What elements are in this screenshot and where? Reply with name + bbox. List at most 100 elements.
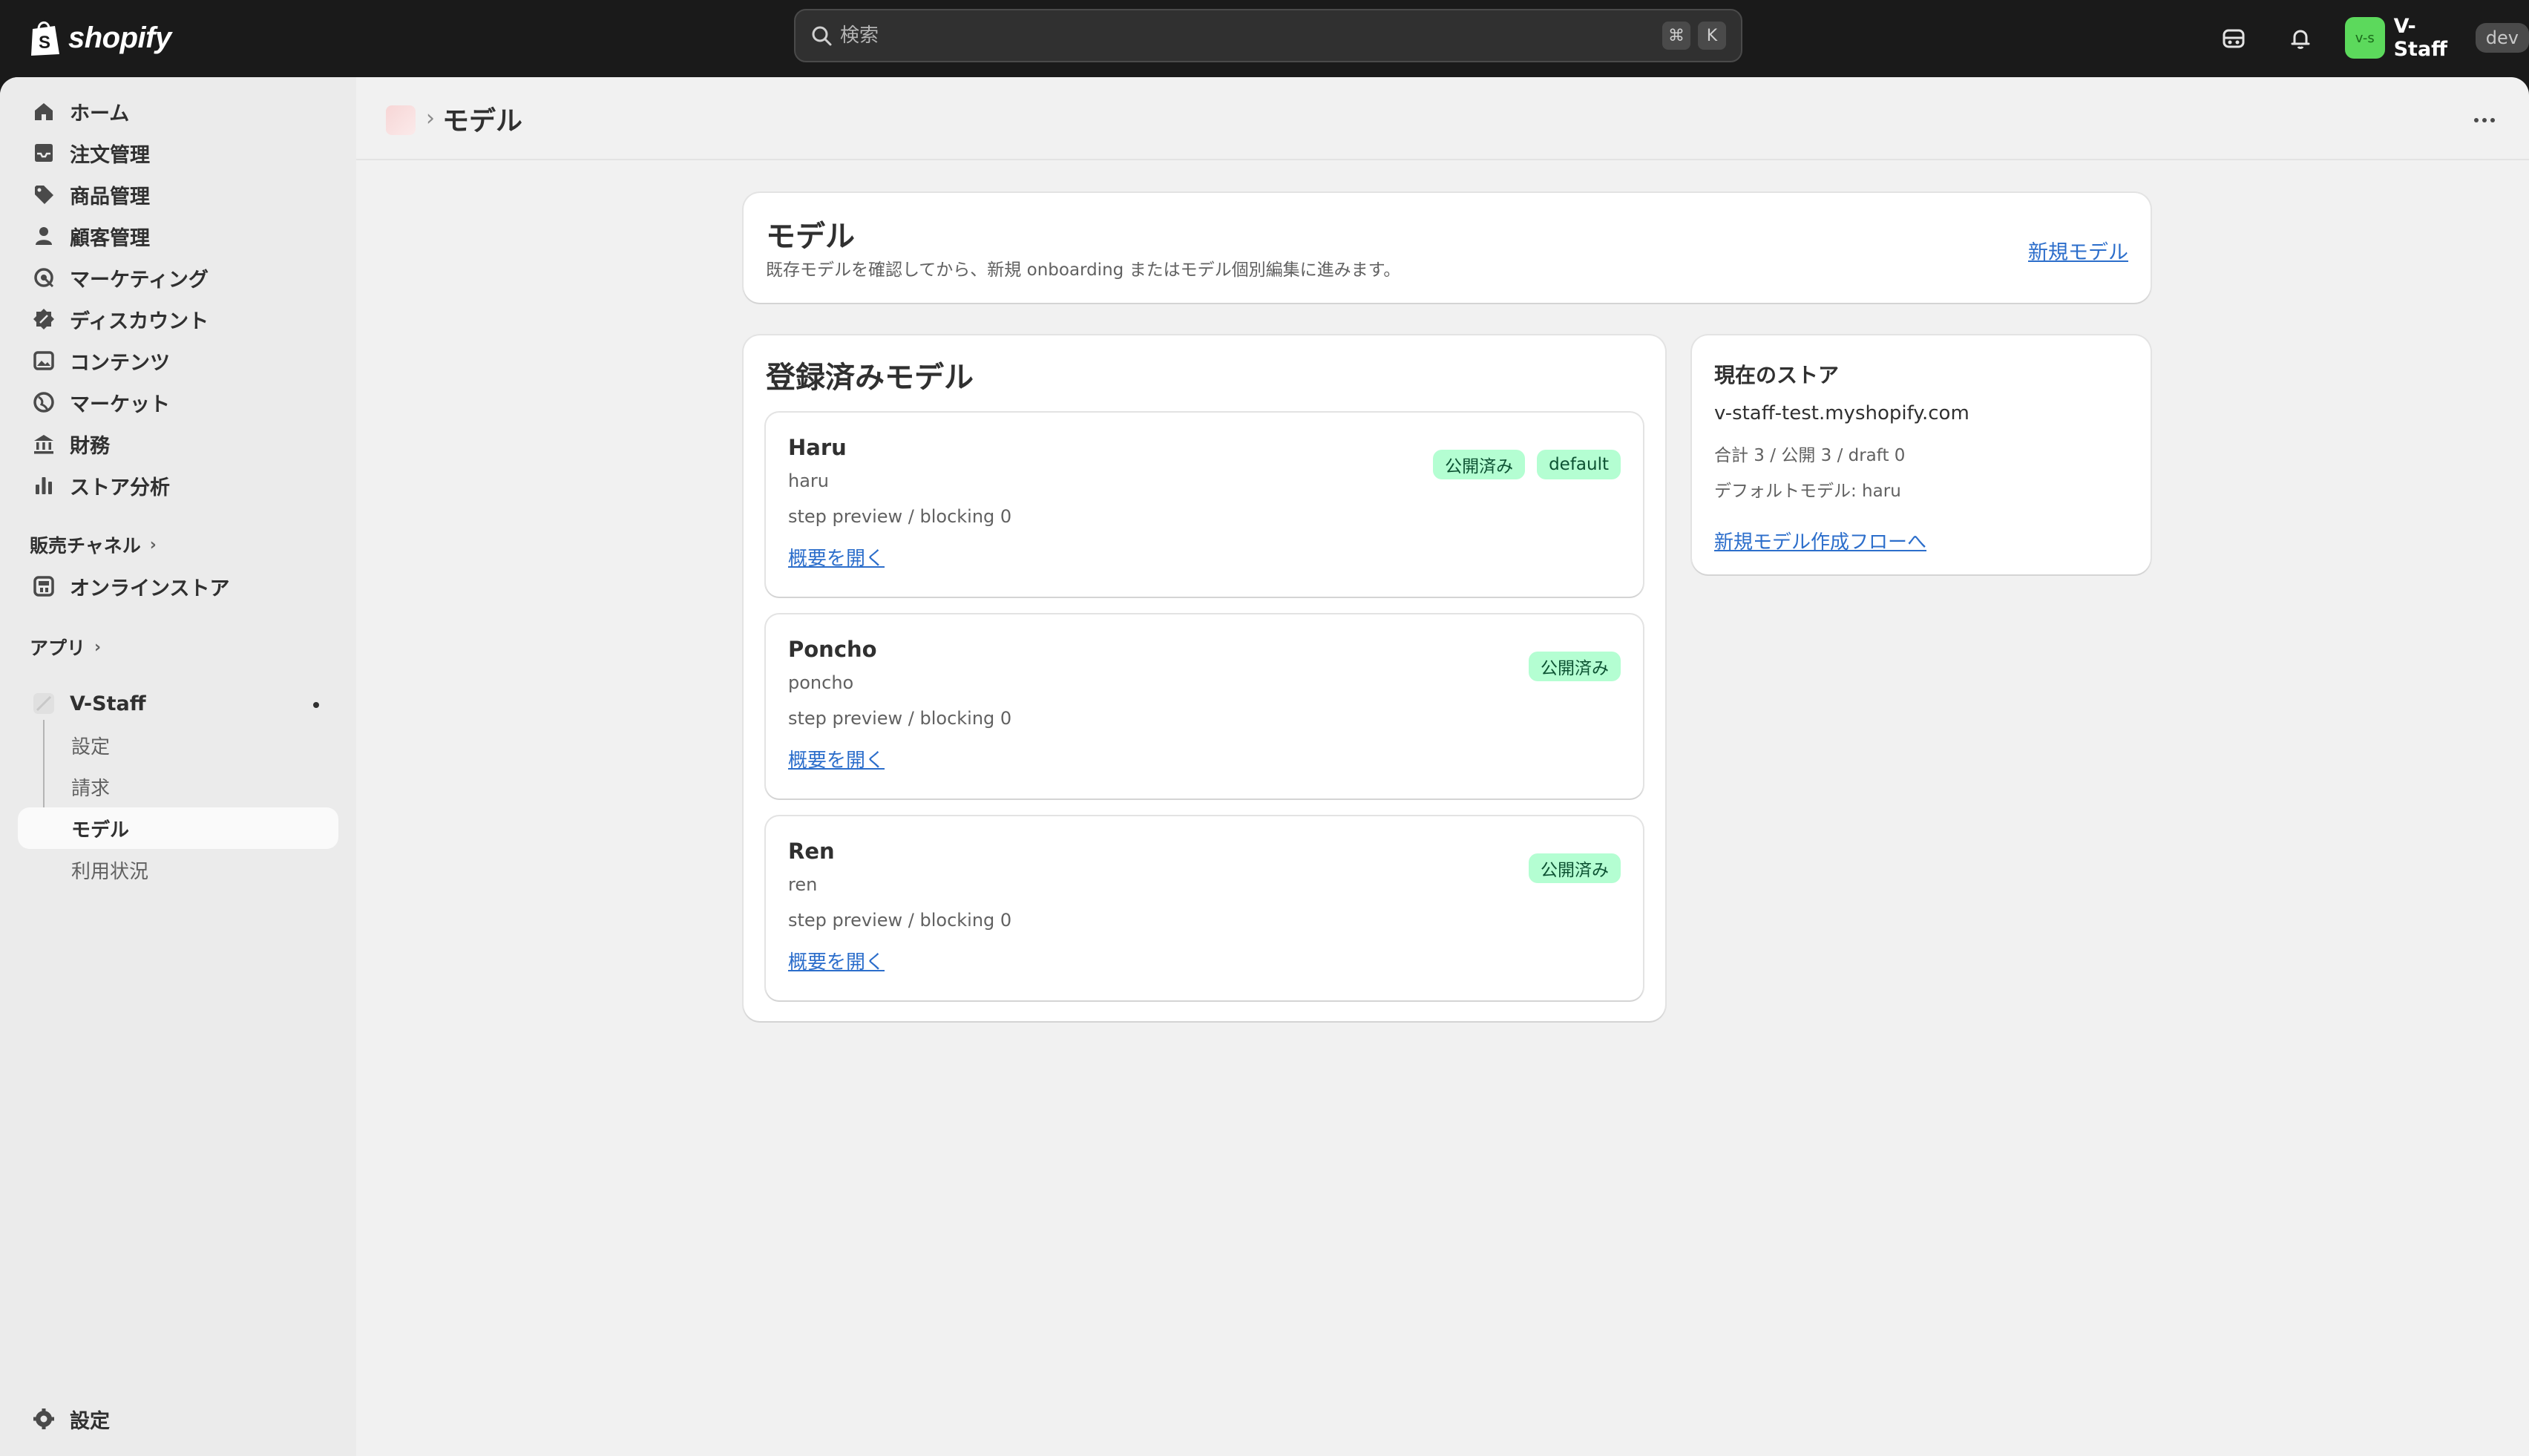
model-slug: poncho xyxy=(788,672,854,693)
sales-channels-label: 販売チャネル xyxy=(30,535,141,557)
model-meta: step preview / blocking 0 xyxy=(788,506,1012,527)
open-overview-link[interactable]: 概要を開く xyxy=(788,947,885,974)
dot xyxy=(2490,118,2495,122)
breadcrumb-separator: › xyxy=(426,105,435,131)
avatar: v-s xyxy=(2345,17,2385,59)
more-actions-button[interactable] xyxy=(2467,107,2502,134)
sidebar-item-label: 注文管理 xyxy=(70,143,150,167)
sidebar-item-label: 財務 xyxy=(70,434,110,458)
shortcut-cmd-key: ⌘ xyxy=(1662,22,1690,50)
home-icon xyxy=(35,103,53,120)
image-icon xyxy=(33,351,54,370)
badge-group: 公開済み default xyxy=(1433,450,1621,479)
sidebar-subitem-label: 請求 xyxy=(71,777,111,800)
dot xyxy=(2482,118,2487,122)
search-icon xyxy=(812,26,832,46)
account-name: V-Staff xyxy=(2393,15,2448,61)
badge-group: 公開済み xyxy=(1529,652,1621,681)
chevron-right-icon: › xyxy=(149,535,157,554)
model-name: Haru xyxy=(788,435,847,460)
sidebar-subitem-label: 設定 xyxy=(71,735,111,758)
model-meta: step preview / blocking 0 xyxy=(788,708,1012,729)
create-model-flow-link[interactable]: 新規モデル作成フローへ xyxy=(1714,527,1926,554)
model-slug: haru xyxy=(788,470,829,491)
sidebar-item-label: 顧客管理 xyxy=(70,226,150,250)
account-menu[interactable]: v-s V-Staff dev xyxy=(2345,15,2529,61)
sidebar-item-customers[interactable]: 顧客管理 xyxy=(18,217,338,255)
registered-models-card: 登録済みモデル Haru haru step preview / blockin… xyxy=(744,335,1665,1021)
sidebar-item-content[interactable]: コンテンツ xyxy=(18,341,338,380)
sidebar-item-label: 商品管理 xyxy=(70,185,150,209)
status-badge: 公開済み xyxy=(1529,652,1621,681)
model-card-ren: Ren ren step preview / blocking 0 概要を開く … xyxy=(766,816,1643,1000)
page-header: › モデル xyxy=(356,77,2529,160)
sidebar-subitem-models[interactable]: モデル xyxy=(18,807,338,849)
model-card-poncho: Poncho poncho step preview / blocking 0 … xyxy=(766,614,1643,798)
sidebar-item-label: ストア分析 xyxy=(70,476,170,499)
model-meta: step preview / blocking 0 xyxy=(788,910,1012,931)
sidebar-subitem-settings[interactable]: 設定 xyxy=(18,724,338,766)
shopify-logo[interactable]: S shopify xyxy=(28,16,171,59)
inbox-icon xyxy=(35,144,53,162)
svg-text:S: S xyxy=(39,33,50,53)
gear-icon xyxy=(33,1409,54,1429)
store-default-model: デフォルトモデル: haru xyxy=(1714,482,1901,501)
incognito-icon[interactable] xyxy=(2216,21,2251,56)
tag-icon xyxy=(35,186,53,204)
globe-icon xyxy=(33,392,54,413)
sidebar-item-label: 設定 xyxy=(70,1409,110,1433)
person-icon xyxy=(36,227,52,245)
hero-card: モデル 既存モデルを確認してから、新規 onboarding またはモデル個別編… xyxy=(744,193,2151,303)
sidebar-item-label: コンテンツ xyxy=(70,351,170,375)
sidebar-subitem-billing[interactable]: 請求 xyxy=(18,766,338,807)
app-icon xyxy=(33,693,54,714)
sidebar-item-label: ホーム xyxy=(70,102,130,125)
sidebar-item-discounts[interactable]: ディスカウント xyxy=(18,300,338,338)
env-badge: dev xyxy=(2475,23,2529,53)
sidebar: ホーム 注文管理 商品管理 顧客管理 マーケティング ディスカウント コンテンツ xyxy=(0,77,356,1456)
sidebar-subitem-label: モデル xyxy=(71,819,130,842)
sales-channels-header[interactable]: 販売チャネル › xyxy=(30,530,157,560)
badge-group: 公開済み xyxy=(1529,853,1621,883)
sidebar-item-settings[interactable]: 設定 xyxy=(18,1400,338,1438)
store-icon xyxy=(33,576,54,597)
sidebar-item-app-vstaff[interactable]: V-Staff xyxy=(18,684,338,723)
new-model-link[interactable]: 新規モデル xyxy=(2028,236,2128,265)
sidebar-item-finance[interactable]: 財務 xyxy=(18,424,338,463)
bank-icon xyxy=(34,435,53,454)
store-domain: v-staff-test.myshopify.com xyxy=(1714,402,1969,424)
discount-icon xyxy=(33,309,54,329)
sidebar-item-orders[interactable]: 注文管理 xyxy=(18,134,338,172)
open-overview-link[interactable]: 概要を開く xyxy=(788,745,885,773)
shopify-bag-icon: S xyxy=(31,22,59,56)
model-name: Ren xyxy=(788,839,835,864)
sidebar-item-products[interactable]: 商品管理 xyxy=(18,175,338,214)
sidebar-subitem-label: 利用状況 xyxy=(71,860,149,883)
sidebar-subitem-usage[interactable]: 利用状況 xyxy=(18,849,338,891)
status-badge: 公開済み xyxy=(1529,853,1621,883)
bell-icon[interactable] xyxy=(2283,21,2318,56)
open-overview-link[interactable]: 概要を開く xyxy=(788,543,885,571)
sidebar-item-home[interactable]: ホーム xyxy=(18,92,338,131)
chevron-right-icon: › xyxy=(94,637,102,657)
sidebar-item-analytics[interactable]: ストア分析 xyxy=(18,466,338,505)
search-input[interactable] xyxy=(840,24,1655,47)
admin-frame: ホーム 注文管理 商品管理 顧客管理 マーケティング ディスカウント コンテンツ xyxy=(0,77,2529,1456)
hero-title: モデル xyxy=(766,220,855,254)
app-breadcrumb-icon[interactable] xyxy=(386,105,416,135)
search-bar[interactable]: ⌘ K xyxy=(794,9,1742,62)
apps-header[interactable]: アプリ › xyxy=(30,632,101,662)
sidebar-item-label: ディスカウント xyxy=(70,309,209,333)
sidebar-item-online-store[interactable]: オンラインストア xyxy=(18,567,338,606)
top-bar: S shopify ⌘ K v-s V-Staff dev xyxy=(0,0,2529,77)
sidebar-item-label: V-Staff xyxy=(70,692,146,715)
status-badge: 公開済み xyxy=(1433,450,1526,479)
sidebar-item-marketing[interactable]: マーケティング xyxy=(18,258,338,297)
sidebar-item-label: マーケット xyxy=(70,393,170,416)
sidebar-item-label: オンラインストア xyxy=(70,577,230,600)
model-card-haru: Haru haru step preview / blocking 0 概要を開… xyxy=(766,413,1643,597)
sidebar-item-markets[interactable]: マーケット xyxy=(18,383,338,422)
registered-models-title: 登録済みモデル xyxy=(766,361,974,395)
current-store-card: 現在のストア v-staff-test.myshopify.com 合計 3 /… xyxy=(1692,335,2151,574)
store-title: 現在のストア xyxy=(1714,363,1840,387)
